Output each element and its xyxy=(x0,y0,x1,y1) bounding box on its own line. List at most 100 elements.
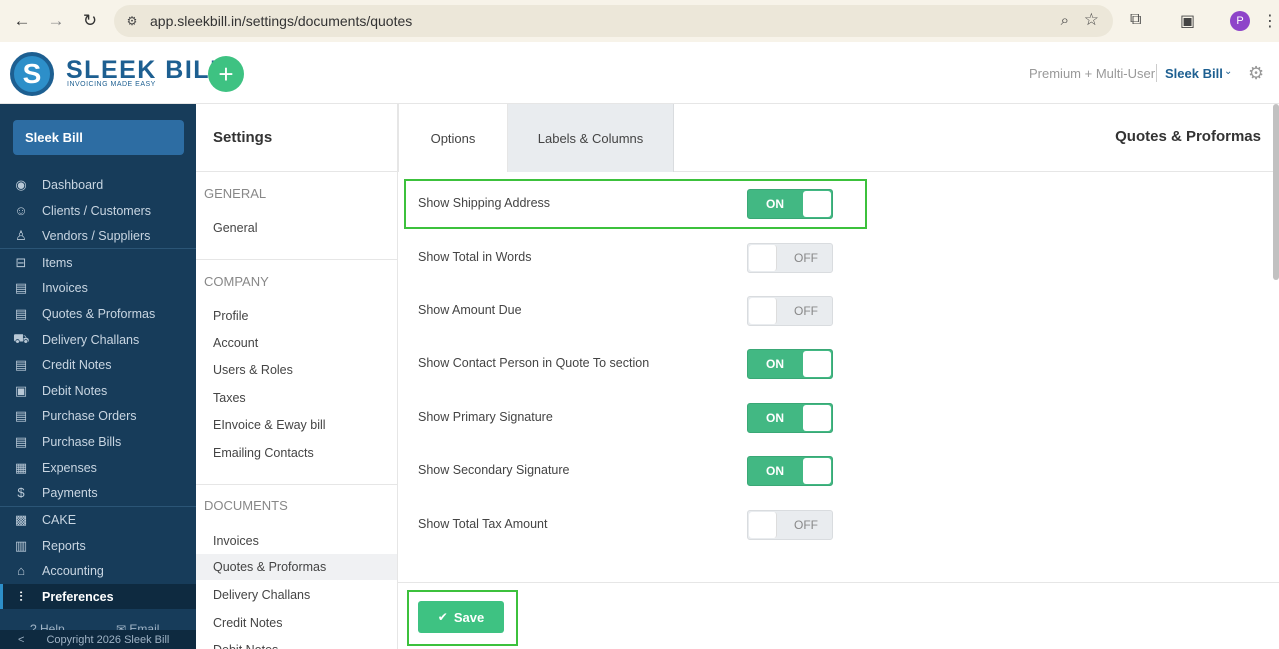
settings-link-debit-notes[interactable]: Debit Notes xyxy=(196,637,397,649)
scrollbar[interactable] xyxy=(1273,104,1279,280)
option-row: Show Total in Words OFF xyxy=(398,238,868,278)
settings-title: Settings xyxy=(213,129,273,146)
settings-link-invoices[interactable]: Invoices xyxy=(196,528,397,554)
copyright-text: Copyright 2026 Sleek Bill xyxy=(46,633,170,646)
toggle-knob xyxy=(749,512,777,538)
settings-link-general[interactable]: General xyxy=(196,215,397,241)
settings-divider xyxy=(196,259,397,260)
settings-link-taxes[interactable]: Taxes xyxy=(196,385,397,411)
header-divider xyxy=(1156,64,1157,82)
org-switcher[interactable]: Sleek Bill xyxy=(13,120,184,155)
show-amount-due-toggle[interactable]: OFF xyxy=(747,296,833,326)
site-settings-icon[interactable]: ⚙ xyxy=(124,13,140,29)
extensions-icon[interactable]: ⧉ xyxy=(1130,11,1141,29)
option-label: Show Secondary Signature xyxy=(418,463,570,477)
profile-avatar[interactable]: P xyxy=(1230,11,1250,31)
users-icon: ☺ xyxy=(14,203,28,218)
logo-icon: S xyxy=(10,52,54,96)
sidebar-item-cake[interactable]: ▩ CAKE xyxy=(0,507,196,532)
app-header: S SLEEK BILL INVOICING MADE EASY + Premi… xyxy=(0,42,1279,104)
option-label: Show Contact Person in Quote To section xyxy=(418,356,650,370)
option-label: Show Total Tax Amount xyxy=(418,517,548,531)
highlight-box-shipping xyxy=(404,179,867,229)
reload-icon[interactable]: ↻ xyxy=(75,6,105,36)
settings-link-emailing-contacts[interactable]: Emailing Contacts xyxy=(196,440,397,466)
forward-arrow-icon[interactable]: → xyxy=(41,6,71,36)
settings-group-general: GENERAL xyxy=(204,186,267,201)
settings-divider xyxy=(196,484,397,485)
settings-link-credit-notes[interactable]: Credit Notes xyxy=(196,610,397,636)
chevron-down-icon[interactable]: ⌄ xyxy=(1224,66,1232,77)
option-label: Show Primary Signature xyxy=(418,410,553,424)
tab-options[interactable]: Options xyxy=(398,104,508,172)
tab-labels-columns[interactable]: Labels & Columns xyxy=(508,104,674,172)
show-contact-person-toggle[interactable]: ON xyxy=(747,349,833,379)
tabs-bar: Options Labels & Columns Quotes & Profor… xyxy=(398,104,1279,172)
show-secondary-signature-toggle[interactable]: ON xyxy=(747,456,833,486)
settings-divider xyxy=(196,171,397,172)
cake-icon: ▩ xyxy=(14,511,28,527)
tab-search-icon[interactable]: ▣ xyxy=(1180,11,1195,31)
dollar-icon: $ xyxy=(17,485,25,500)
page-title: Quotes & Proformas xyxy=(1115,128,1261,145)
sidebar-item-preferences[interactable]: ⫶ Preferences xyxy=(0,584,196,609)
user-menu[interactable]: Sleek Bill xyxy=(1165,66,1223,81)
browser-toolbar: ← → ↻ ⚙ app.sleekbill.in/settings/docume… xyxy=(0,0,1279,42)
bookmark-star-icon[interactable]: ☆ xyxy=(1084,10,1099,30)
document-icon: ▤ xyxy=(14,433,28,449)
show-total-in-words-toggle[interactable]: OFF xyxy=(747,243,833,273)
sidebar-item-items[interactable]: ⊟ Items xyxy=(0,250,196,275)
settings-link-delivery-challans[interactable]: Delivery Challans xyxy=(196,582,397,608)
sidebar-item-invoices[interactable]: ▤ Invoices xyxy=(0,275,196,300)
gear-icon[interactable]: ⚙ xyxy=(1248,63,1264,84)
toggle-knob xyxy=(749,298,777,324)
dollar-doc-icon: ▣ xyxy=(14,382,28,398)
sidebar: Sleek Bill ◉ Dashboard ☺ Clients / Custome… xyxy=(0,104,196,649)
settings-group-company: COMPANY xyxy=(204,274,269,289)
settings-link-einvoice[interactable]: EInvoice & Eway bill xyxy=(196,412,397,438)
sidebar-item-clients[interactable]: ☺ Clients / Customers xyxy=(0,198,196,223)
zoom-icon[interactable]: ⌕ xyxy=(1061,12,1069,29)
option-label: Show Amount Due xyxy=(418,303,522,317)
sidebar-item-reports[interactable]: ▥ Reports xyxy=(0,533,196,558)
address-bar[interactable]: ⚙ app.sleekbill.in/settings/documents/qu… xyxy=(114,5,1113,37)
settings-link-account[interactable]: Account xyxy=(196,330,397,356)
copyright-bar: < Copyright 2026 Sleek Bill xyxy=(0,630,196,649)
sidebar-item-credit-notes[interactable]: ▤ Credit Notes xyxy=(0,352,196,377)
user-icon: ♙ xyxy=(15,227,27,243)
settings-link-profile[interactable]: Profile xyxy=(196,303,397,329)
collapse-sidebar-icon[interactable]: < xyxy=(18,634,24,646)
show-total-tax-amount-toggle[interactable]: OFF xyxy=(747,510,833,540)
sidebar-item-expenses[interactable]: ▦ Expenses xyxy=(0,455,196,480)
toggle-knob xyxy=(803,351,831,377)
calculator-icon: ▦ xyxy=(14,459,28,475)
document-icon: ▤ xyxy=(14,356,28,372)
sidebar-item-purchase-bills[interactable]: ▤ Purchase Bills xyxy=(0,429,196,454)
sidebar-item-vendors[interactable]: ♙ Vendors / Suppliers xyxy=(0,223,196,248)
add-new-button[interactable]: + xyxy=(208,56,244,92)
browser-menu-icon[interactable]: ⋮ xyxy=(1262,11,1278,31)
document-icon: ▤ xyxy=(14,305,28,321)
option-row: Show Contact Person in Quote To section … xyxy=(398,344,868,384)
sidebar-item-dashboard[interactable]: ◉ Dashboard xyxy=(0,172,196,197)
show-primary-signature-toggle[interactable]: ON xyxy=(747,403,833,433)
sidebar-item-accounting[interactable]: ⌂ Accounting xyxy=(0,558,196,583)
document-icon: ▤ xyxy=(14,407,28,423)
settings-link-quotes[interactable]: Quotes & Proformas xyxy=(196,554,397,580)
chart-icon: ▥ xyxy=(14,537,28,553)
sidebar-divider xyxy=(0,248,196,249)
settings-group-documents: DOCUMENTS xyxy=(204,498,288,513)
main-panel: Options Labels & Columns Quotes & Profor… xyxy=(398,104,1279,649)
sidebar-item-purchase-orders[interactable]: ▤ Purchase Orders xyxy=(0,403,196,428)
sidebar-item-debit-notes[interactable]: ▣ Debit Notes xyxy=(0,378,196,403)
document-icon: ▤ xyxy=(14,279,28,295)
sidebar-item-payments[interactable]: $ Payments xyxy=(0,480,196,505)
option-row: Show Primary Signature ON xyxy=(398,398,868,438)
sidebar-item-delivery-challans[interactable]: ⛟ Delivery Challans xyxy=(0,327,196,352)
option-row: Show Amount Due OFF xyxy=(398,291,868,331)
back-arrow-icon[interactable]: ← xyxy=(7,6,37,36)
settings-link-users-roles[interactable]: Users & Roles xyxy=(196,357,397,383)
sidebar-item-quotes[interactable]: ▤ Quotes & Proformas xyxy=(0,301,196,326)
toggle-knob xyxy=(803,405,831,431)
footer-divider xyxy=(398,582,1279,583)
